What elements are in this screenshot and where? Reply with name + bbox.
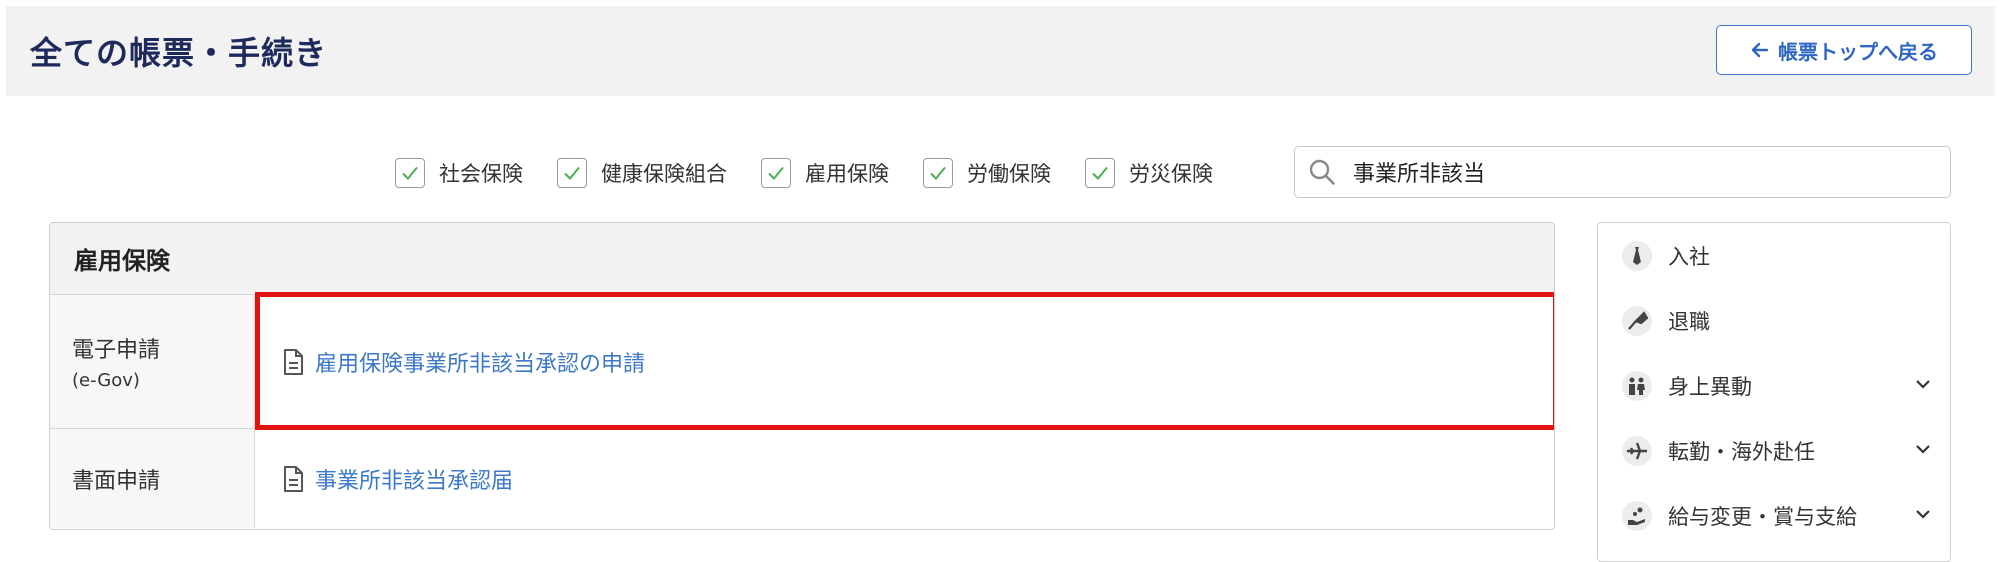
table-row: 電子申請 (e-Gov) 雇用保険事業所非該当承認の申請	[50, 292, 1554, 430]
sidebar-item-label: 入社	[1668, 244, 1710, 269]
table-row: 書面申請 事業所非該当承認届	[50, 429, 1554, 528]
form-link[interactable]: 事業所非該当承認届	[281, 463, 513, 495]
sidebar-item-label: 退職	[1668, 309, 1710, 334]
row-label: 書面申請	[50, 429, 255, 528]
checkbox[interactable]	[395, 158, 425, 188]
family-icon	[1622, 370, 1652, 401]
check-icon	[768, 166, 784, 180]
filter-label: 健康保険組合	[601, 162, 727, 186]
chevron-down-icon[interactable]	[1914, 374, 1932, 398]
tie-icon	[1622, 240, 1652, 271]
page-title: 全ての帳票・手続き	[30, 34, 328, 72]
row-label-text: 書面申請	[72, 468, 161, 494]
filter-shakai-hoken[interactable]: 社会保険	[395, 158, 523, 188]
sidebar-item-tenkin[interactable]: 転勤・海外赴任	[1598, 418, 1950, 483]
sidebar-item-label: 身上異動	[1668, 374, 1752, 399]
checkbox[interactable]	[1085, 158, 1115, 188]
row-label-text: 電子申請	[72, 338, 161, 363]
back-to-forms-top-button[interactable]: 帳票トップへ戻る	[1716, 25, 1972, 75]
category-sidebar: 入社 退職 身上異動 転勤・海外赴任 給与変更・賞与支給	[1597, 222, 1951, 562]
search-box[interactable]	[1294, 146, 1951, 198]
bouquet-icon	[1622, 305, 1652, 336]
sidebar-item-label: 転勤・海外赴任	[1668, 439, 1815, 464]
koyo-hoken-panel: 雇用保険 電子申請 (e-Gov) 雇用保険事業所非該当承認の申請 書面申請 事…	[49, 222, 1555, 530]
arrow-left-icon	[1751, 42, 1769, 58]
document-icon	[284, 465, 303, 492]
check-icon	[1092, 166, 1108, 180]
check-icon	[402, 166, 418, 180]
filter-label: 雇用保険	[805, 162, 889, 186]
row-content: 事業所非該当承認届	[255, 429, 1554, 528]
insurance-filters: 社会保険 健康保険組合 雇用保険 労働保険 労災保険	[395, 155, 1247, 191]
form-link-label: 事業所非該当承認届	[315, 468, 514, 494]
chevron-down-icon[interactable]	[1914, 504, 1932, 528]
checkbox[interactable]	[761, 158, 791, 188]
filter-koyo-hoken[interactable]: 雇用保険	[761, 158, 889, 188]
sidebar-item-label: 給与変更・賞与支給	[1668, 504, 1857, 529]
checkbox[interactable]	[923, 158, 953, 188]
form-link-label: 雇用保険事業所非該当承認の申請	[315, 351, 646, 377]
check-icon	[930, 166, 946, 180]
filter-label: 労災保険	[1129, 162, 1213, 186]
row-content: 雇用保険事業所非該当承認の申請	[255, 292, 1554, 430]
search-icon	[1309, 159, 1335, 185]
airplane-icon	[1622, 435, 1652, 466]
document-icon	[284, 348, 303, 375]
check-icon	[564, 166, 580, 180]
sidebar-item-taishoku[interactable]: 退職	[1598, 288, 1950, 353]
sidebar-item-nyusha[interactable]: 入社	[1598, 223, 1950, 288]
search-input[interactable]	[1351, 158, 1915, 186]
form-link[interactable]: 雇用保険事業所非該当承認の申請	[281, 346, 645, 378]
filter-rosai-hoken[interactable]: 労災保険	[1085, 158, 1213, 188]
row-label: 電子申請 (e-Gov)	[50, 295, 255, 428]
filter-label: 社会保険	[439, 162, 523, 186]
filter-label: 労働保険	[967, 162, 1051, 186]
checkbox[interactable]	[557, 158, 587, 188]
sidebar-item-shinjo-ido[interactable]: 身上異動	[1598, 353, 1950, 418]
back-button-label: 帳票トップへ戻る	[1778, 39, 1938, 64]
row-sublabel: (e-Gov)	[72, 370, 140, 391]
panel-title: 雇用保険	[50, 223, 1554, 295]
sidebar-item-kyuyo-henko[interactable]: 給与変更・賞与支給	[1598, 483, 1950, 548]
money-hand-icon	[1622, 500, 1652, 531]
filter-rodo-hoken[interactable]: 労働保険	[923, 158, 1051, 188]
chevron-down-icon[interactable]	[1914, 439, 1932, 463]
page-header: 全ての帳票・手続き 帳票トップへ戻る	[6, 6, 1995, 96]
filter-kenko-hoken-kumiai[interactable]: 健康保険組合	[557, 158, 727, 188]
